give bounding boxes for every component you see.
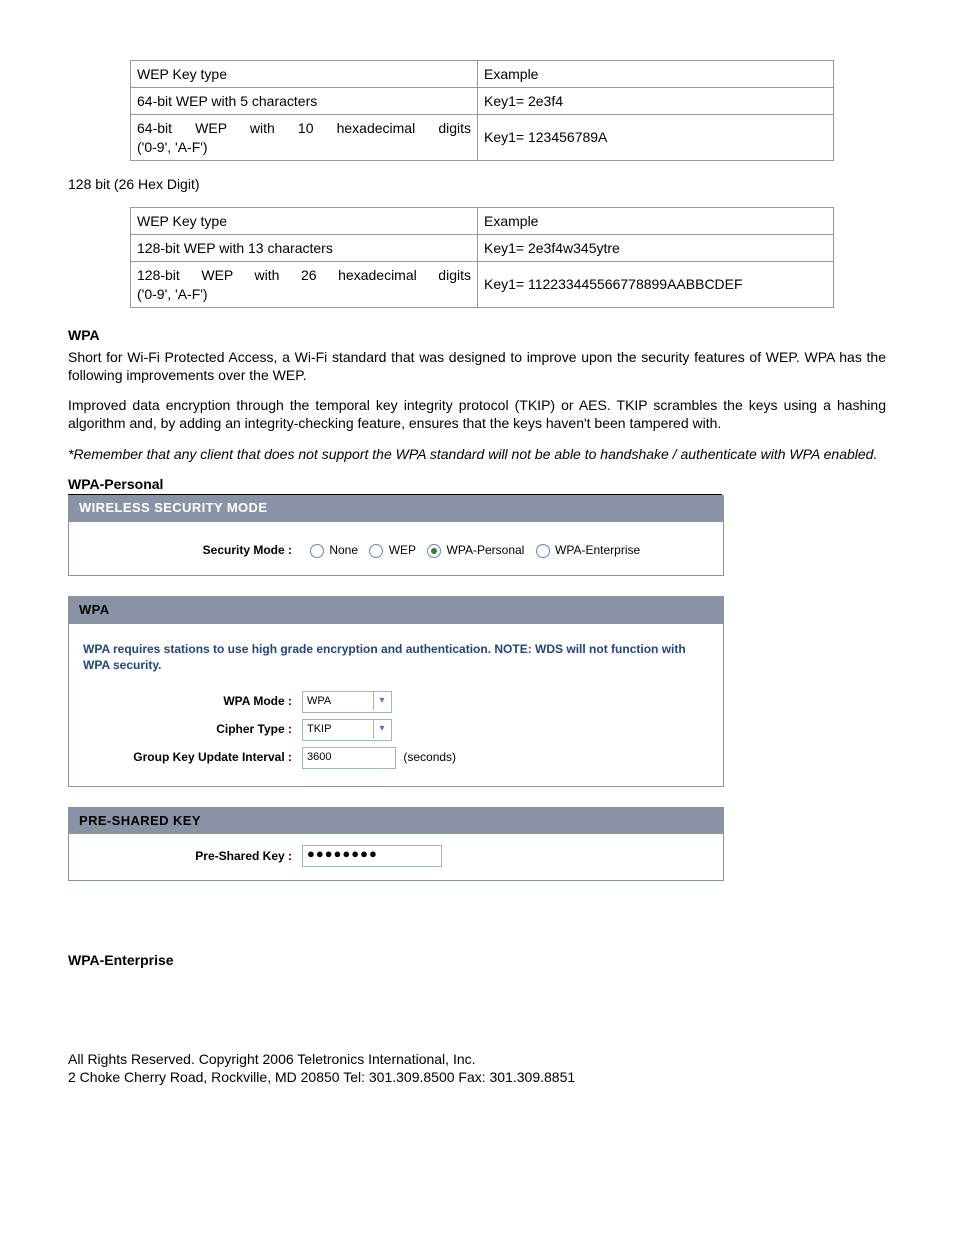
- footer-line: 2 Choke Cherry Road, Rockville, MD 20850…: [68, 1068, 886, 1086]
- table-header-example: Example: [478, 207, 834, 234]
- table-cell: Key1= 2e3f4w345ytre: [478, 235, 834, 262]
- select-value: TKIP: [303, 720, 373, 738]
- table-128bit: WEP Key type Example 128-bit WEP with 13…: [130, 207, 834, 308]
- heading-wpa-enterprise: WPA-Enterprise: [68, 951, 886, 969]
- paragraph: Improved data encryption through the tem…: [68, 396, 886, 432]
- radio-none[interactable]: [310, 544, 324, 558]
- table-64bit: WEP Key type Example 64-bit WEP with 5 c…: [130, 60, 834, 161]
- radio-label: WEP: [389, 543, 416, 557]
- label-security-mode: Security Mode :: [83, 540, 298, 562]
- panel-title: PRE-SHARED KEY: [69, 808, 723, 835]
- heading-wpa-personal: WPA-Personal: [68, 475, 722, 495]
- footer-line: All Rights Reserved. Copyright 2006 Tele…: [68, 1050, 886, 1068]
- table-cell: 64-bit WEP with 10 hexadecimal digits ('…: [131, 115, 478, 160]
- paragraph: Short for Wi-Fi Protected Access, a Wi-F…: [68, 348, 886, 384]
- wpa-note: WPA requires stations to use high grade …: [83, 642, 709, 673]
- select-cipher-type[interactable]: TKIP▾: [302, 719, 392, 741]
- select-wpa-mode[interactable]: WPA▾: [302, 691, 392, 713]
- select-value: WPA: [303, 692, 373, 710]
- label-preshared-key: Pre-Shared Key :: [83, 842, 298, 870]
- table-cell: Key1= 112233445566778899AABBCDEF: [478, 262, 834, 307]
- radio-label: WPA-Personal: [447, 543, 525, 557]
- table-cell: Key1= 2e3f4: [478, 88, 834, 115]
- table-cell: Key1= 123456789A: [478, 115, 834, 160]
- radio-wep[interactable]: [369, 544, 383, 558]
- radio-group-security-mode: None WEP WPA-Personal WPA-Enterprise: [298, 540, 709, 562]
- panel-wpa: WPA WPA requires stations to use high gr…: [68, 596, 724, 786]
- note-128bit: 128 bit (26 Hex Digit): [68, 175, 886, 193]
- table-cell: 64-bit WEP with 5 characters: [131, 88, 478, 115]
- footer: All Rights Reserved. Copyright 2006 Tele…: [68, 1050, 886, 1086]
- table-header-keytype: WEP Key type: [131, 61, 478, 88]
- label-cipher-type: Cipher Type :: [83, 716, 298, 744]
- table-header-example: Example: [478, 61, 834, 88]
- table-header-keytype: WEP Key type: [131, 207, 478, 234]
- radio-wpa-personal[interactable]: [427, 544, 441, 558]
- panel-title: WIRELESS SECURITY MODE: [69, 495, 723, 522]
- table-cell-line: 64-bit WEP with 10 hexadecimal digits: [137, 119, 471, 137]
- label-wpa-mode: WPA Mode :: [83, 688, 298, 716]
- radio-wpa-enterprise[interactable]: [536, 544, 550, 558]
- chevron-down-icon: ▾: [373, 692, 390, 710]
- table-cell-line: ('0-9', 'A-F'): [137, 139, 208, 155]
- paragraph-note: *Remember that any client that does not …: [68, 445, 886, 463]
- panel-preshared-key: PRE-SHARED KEY Pre-Shared Key : ●●●●●●●●: [68, 807, 724, 882]
- chevron-down-icon: ▾: [373, 720, 390, 738]
- label-group-key-interval: Group Key Update Interval :: [83, 744, 298, 772]
- table-cell: 128-bit WEP with 13 characters: [131, 235, 478, 262]
- panel-security-mode: WIRELESS SECURITY MODE Security Mode : N…: [68, 495, 724, 576]
- table-cell-line: 128-bit WEP with 26 hexadecimal digits: [137, 266, 471, 284]
- radio-label: WPA-Enterprise: [555, 543, 640, 557]
- heading-wpa: WPA: [68, 326, 886, 344]
- radio-label: None: [329, 543, 358, 557]
- unit-label: (seconds): [403, 750, 456, 764]
- table-cell: 128-bit WEP with 26 hexadecimal digits (…: [131, 262, 478, 307]
- input-preshared-key[interactable]: ●●●●●●●●: [302, 845, 442, 867]
- input-group-key-interval[interactable]: 3600: [302, 747, 396, 769]
- table-cell-line: ('0-9', 'A-F'): [137, 286, 208, 302]
- panel-title: WPA: [69, 597, 723, 624]
